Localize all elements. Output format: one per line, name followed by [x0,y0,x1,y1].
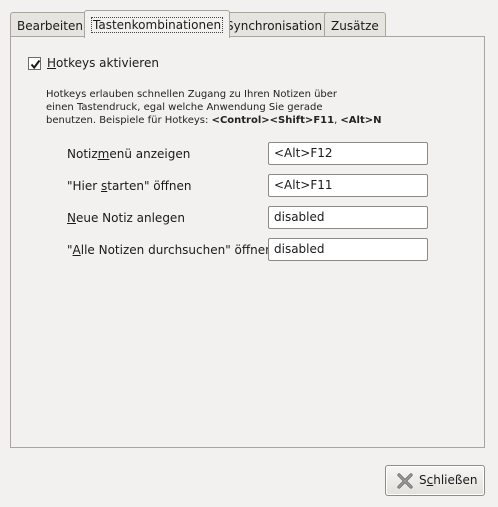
tab-label: Zusätze [331,19,379,33]
shortcut-label-menu: Notizmenü anzeigen [67,147,191,161]
tab-tastenkombinationen[interactable]: Tastenkombinationen [84,10,231,38]
hotkeys-description: Hotkeys erlauben schnellen Zugang zu Ihr… [46,89,382,126]
shortcut-field-new-note[interactable]: disabled [268,206,428,229]
close-button-label: Schließen [419,473,478,487]
shortcut-label-new-note: Neue Notiz anlegen [67,211,185,225]
hotkeys-checkbox[interactable] [28,57,41,70]
shortcut-label-start-here: "Hier starten" öffnen [67,179,192,193]
close-button[interactable]: Schließen [385,465,485,496]
shortcut-label-search-all: "Alle Notizen durchsuchen" öffnen [67,243,273,257]
shortcut-field-menu[interactable]: <Alt>F12 [268,142,428,165]
tab-label: Synchronisation [226,19,323,33]
shortcut-field-start-here[interactable]: <Alt>F11 [268,174,428,197]
shortcut-field-search-all[interactable]: disabled [268,238,428,261]
tab-synchronisation[interactable]: Synchronisation [219,12,330,36]
tab-bearbeiten[interactable]: Bearbeiten [10,12,90,36]
close-x-icon [397,473,413,489]
tab-zusaetze[interactable]: Zusätze [324,12,386,36]
checkmark-icon [30,59,41,70]
tab-label: Tastenkombinationen [91,17,224,33]
hotkeys-checkbox-label[interactable]: Hotkeys aktivieren [47,56,159,70]
tab-label: Bearbeiten [17,19,83,33]
